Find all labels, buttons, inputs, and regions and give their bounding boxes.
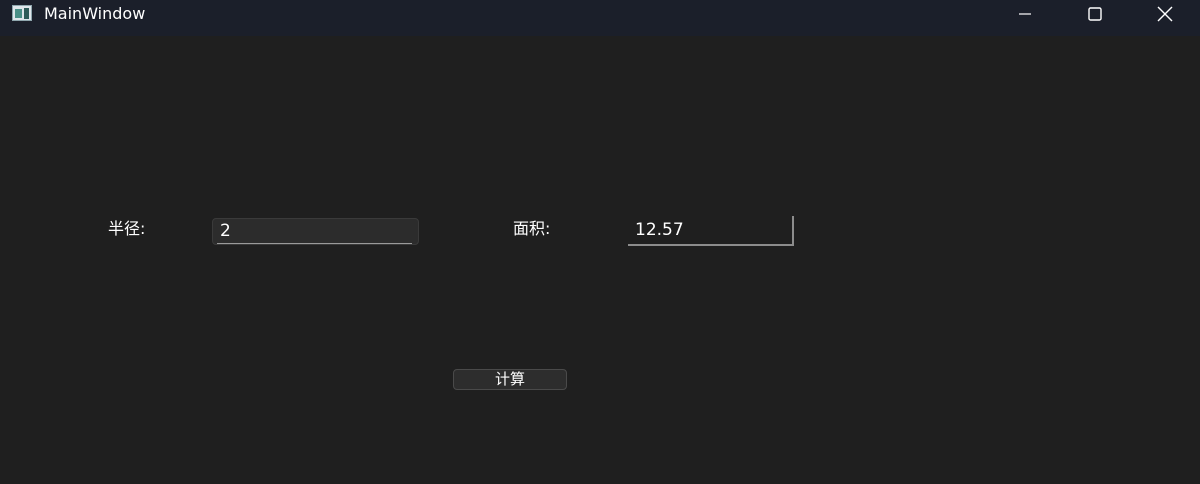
minimize-button[interactable] xyxy=(990,0,1060,28)
calculate-button[interactable]: 计算 xyxy=(453,369,567,390)
maximize-button[interactable] xyxy=(1060,0,1130,28)
radius-input[interactable]: 2 xyxy=(212,218,419,245)
window-title: MainWindow xyxy=(44,4,146,23)
main-window: MainWindow 半径: 2 面积: 12.57 计算 xyxy=(0,0,1200,484)
area-output: 12.57 xyxy=(628,216,794,246)
app-icon-left-panel xyxy=(15,9,22,18)
area-output-value: 12.57 xyxy=(635,220,684,240)
area-label: 面积: xyxy=(513,219,551,238)
maximize-icon xyxy=(1088,7,1102,21)
radius-input-focus-underline xyxy=(217,243,412,244)
close-button[interactable] xyxy=(1130,0,1200,28)
radius-input-value: 2 xyxy=(220,221,231,241)
radius-label: 半径: xyxy=(108,219,146,238)
title-bar[interactable]: MainWindow xyxy=(0,0,1200,36)
minimize-icon xyxy=(1019,13,1031,15)
close-icon xyxy=(1157,6,1173,22)
app-icon-right-panel xyxy=(24,8,29,19)
app-icon xyxy=(12,5,32,21)
